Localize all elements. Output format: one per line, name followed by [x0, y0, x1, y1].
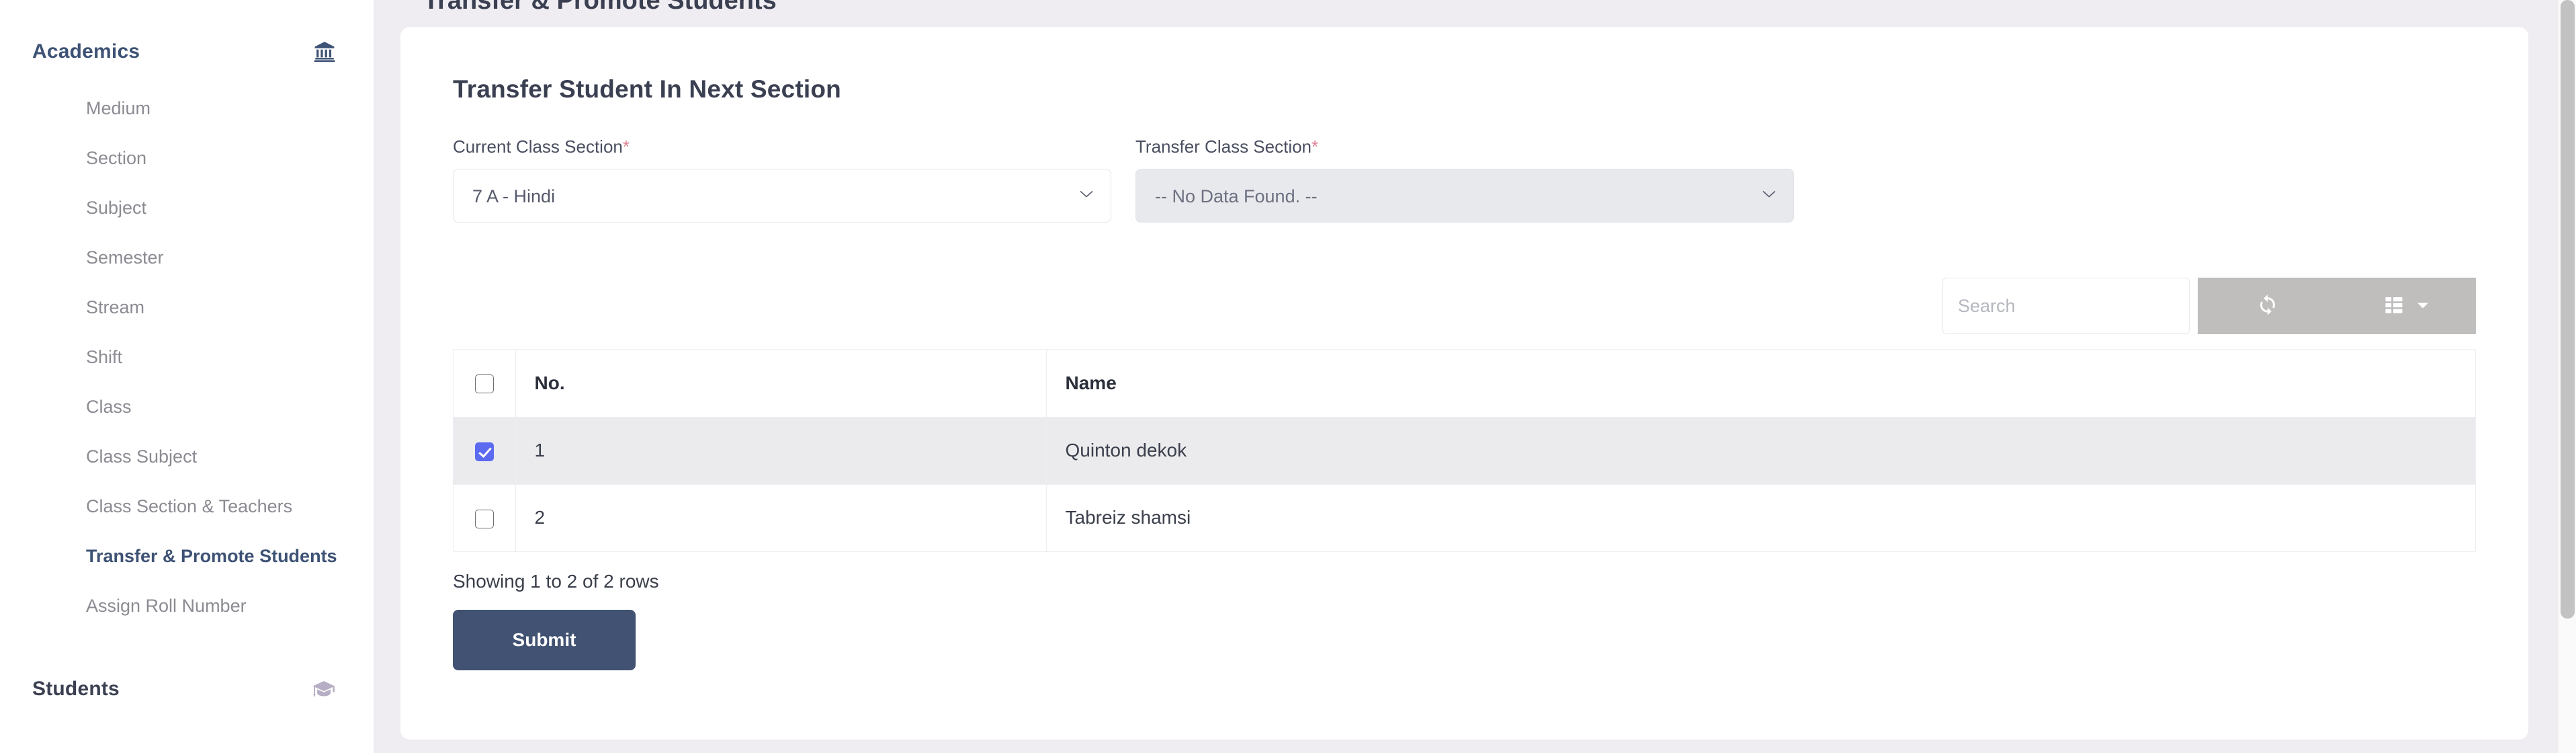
- field-transfer-class-section: Transfer Class Section* -- No Data Found…: [1135, 136, 1794, 223]
- row-name: Tabreiz shamsi: [1065, 507, 1191, 528]
- table-header-select-all: [454, 350, 516, 418]
- sidebar-item-stream[interactable]: Stream: [0, 282, 374, 332]
- field-current-class-section: Current Class Section* 7 A - Hindi: [453, 136, 1111, 223]
- select-transfer-class-section[interactable]: -- No Data Found. --: [1135, 169, 1794, 223]
- page-scrollbar[interactable]: [2558, 0, 2576, 753]
- select-current-class-section[interactable]: 7 A - Hindi: [453, 169, 1111, 223]
- table-header-no[interactable]: No.: [515, 350, 1047, 418]
- sidebar-item-subject[interactable]: Subject: [0, 183, 374, 233]
- label-transfer-class-section: Transfer Class Section*: [1135, 136, 1794, 157]
- label-current-class-section: Current Class Section*: [453, 136, 1111, 157]
- sidebar-item-class[interactable]: Class: [0, 382, 374, 432]
- app-root: Academics Medium Section Subject Semeste…: [0, 0, 2576, 753]
- main-content: Transfer & Promote Students Transfer Stu…: [374, 0, 2576, 753]
- row-no: 2: [515, 484, 1047, 551]
- label-current-class-section-text: Current Class Section: [453, 136, 623, 157]
- search-input[interactable]: [1942, 278, 2190, 334]
- row-checkbox[interactable]: [475, 509, 494, 528]
- sidebar-item-class-section-teachers[interactable]: Class Section & Teachers: [0, 481, 374, 531]
- sidebar-items-academics: Medium Section Subject Semester Stream S…: [0, 83, 374, 631]
- form-row: Current Class Section* 7 A - Hindi Trans…: [453, 136, 2476, 223]
- row-checkbox[interactable]: [475, 442, 494, 461]
- required-marker-current: *: [622, 136, 630, 157]
- refresh-button[interactable]: [2198, 278, 2337, 334]
- sidebar-item-transfer-promote-students[interactable]: Transfer & Promote Students: [0, 531, 374, 581]
- sidebar-item-semester[interactable]: Semester: [0, 233, 374, 282]
- list-columns-icon: [2385, 295, 2407, 317]
- sidebar-item-class-subject[interactable]: Class Subject: [0, 432, 374, 481]
- submit-button[interactable]: Submit: [453, 610, 636, 670]
- sidebar-group-students[interactable]: Students: [0, 664, 374, 714]
- sidebar-item-shift[interactable]: Shift: [0, 332, 374, 382]
- label-transfer-class-section-text: Transfer Class Section: [1135, 136, 1312, 157]
- row-checkbox-cell: [454, 484, 516, 551]
- table-body: 1 Quinton dekok 2 Tabreiz shamsi: [454, 417, 2475, 551]
- table-head: No. Name: [454, 350, 2475, 418]
- graduation-cap-icon: [312, 679, 336, 699]
- students-table-wrap: No. Name 1 Quinton dekok 2 Tabreiz shams…: [453, 349, 2476, 552]
- content-card: Transfer Student In Next Section Current…: [400, 27, 2528, 740]
- sidebar-group-academics[interactable]: Academics: [0, 27, 374, 77]
- select-wrap-current: 7 A - Hindi: [453, 169, 1111, 223]
- page-title: Transfer & Promote Students: [423, 0, 777, 15]
- sidebar-group-title-students: Students: [32, 678, 120, 700]
- toolbar-button-group: [2198, 278, 2476, 334]
- select-wrap-transfer: -- No Data Found. --: [1135, 169, 1794, 223]
- columns-toggle-button[interactable]: [2337, 278, 2476, 334]
- caret-down-icon: [2417, 301, 2429, 311]
- sidebar-item-assign-roll-number[interactable]: Assign Roll Number: [0, 581, 374, 631]
- required-marker-transfer: *: [1312, 136, 1319, 157]
- sidebar-item-medium[interactable]: Medium: [0, 83, 374, 133]
- sidebar: Academics Medium Section Subject Semeste…: [0, 0, 374, 753]
- select-all-checkbox[interactable]: [475, 374, 494, 394]
- students-table: No. Name 1 Quinton dekok 2 Tabreiz shams…: [454, 350, 2475, 551]
- card-title: Transfer Student In Next Section: [453, 75, 841, 103]
- table-showing-info: Showing 1 to 2 of 2 rows: [453, 571, 659, 592]
- table-header-name[interactable]: Name: [1046, 350, 2475, 418]
- refresh-icon: [2256, 293, 2280, 319]
- row-name: Quinton dekok: [1046, 417, 2475, 485]
- row-checkbox-cell: [454, 417, 516, 485]
- sidebar-item-section[interactable]: Section: [0, 133, 374, 183]
- sidebar-group-title-academics: Academics: [32, 40, 140, 63]
- row-no: 1: [515, 417, 1047, 485]
- page-scrollbar-thumb[interactable]: [2561, 0, 2575, 619]
- table-header-row: No. Name: [454, 350, 2475, 418]
- table-row[interactable]: 1 Quinton dekok: [454, 417, 2475, 485]
- bank-icon: [313, 40, 336, 63]
- table-row[interactable]: 2 Tabreiz shamsi: [454, 484, 2475, 551]
- table-toolbar: [453, 278, 2476, 334]
